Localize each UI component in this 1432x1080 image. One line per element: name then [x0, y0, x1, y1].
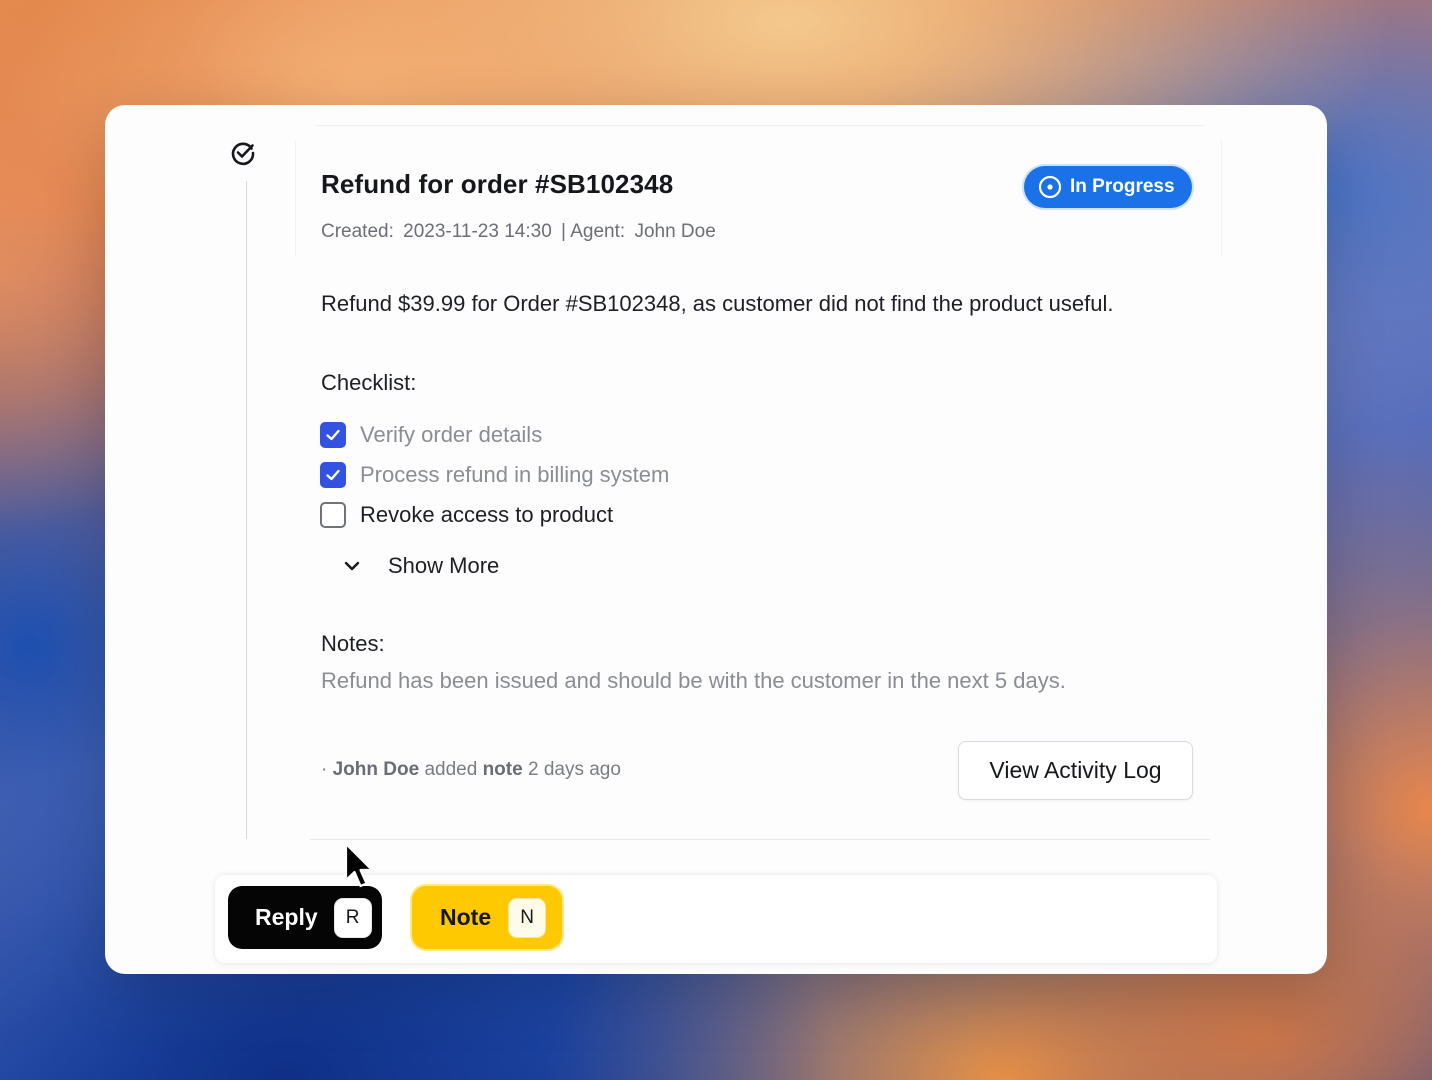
checkbox-checked[interactable]	[320, 462, 346, 488]
in-progress-icon	[1038, 175, 1062, 199]
notes-heading: Notes:	[321, 631, 385, 656]
reply-label: Reply	[255, 904, 318, 930]
status-label: In Progress	[1070, 176, 1175, 197]
view-activity-log-button[interactable]: View Activity Log	[958, 741, 1193, 800]
checklist-item-label: Verify order details	[360, 422, 543, 447]
checklist: Verify order details Process refund in b…	[320, 415, 669, 535]
activity-object: note	[482, 759, 523, 780]
checkbox-checked[interactable]	[320, 422, 346, 448]
status-badge[interactable]: In Progress	[1024, 166, 1192, 208]
checklist-item-label: Process refund in billing system	[360, 462, 670, 487]
check-circle-icon	[229, 139, 257, 167]
ticket-meta: Created: 2023-11-23 14:30 | Agent: John …	[321, 221, 716, 243]
activity-time: 2 days ago	[527, 759, 621, 780]
notes-text: Refund has been issued and should be wit…	[321, 668, 1066, 693]
checkmark-icon	[326, 469, 340, 481]
checklist-heading: Checklist:	[321, 370, 417, 395]
checklist-item[interactable]: Revoke access to product	[320, 495, 669, 535]
activity-verb: added	[424, 759, 478, 780]
checkbox-unchecked[interactable]	[320, 502, 346, 528]
checklist-item[interactable]: Verify order details	[320, 415, 669, 455]
activity-bullet: ·	[321, 759, 328, 780]
activity-actor: John Doe	[332, 759, 420, 780]
created-label: Created:	[321, 221, 394, 242]
created-value: 2023-11-23 14:30	[403, 221, 552, 242]
note-shortcut-key: N	[508, 897, 547, 938]
checkmark-icon	[326, 429, 340, 441]
mouse-pointer-icon	[343, 842, 379, 892]
note-label: Note	[440, 904, 492, 930]
ticket-title: Refund for order #SB102348	[321, 169, 674, 199]
reply-shortcut-key: R	[333, 897, 372, 938]
agent-label: Agent:	[570, 221, 626, 242]
meta-separator: |	[561, 221, 566, 242]
divider	[310, 839, 1210, 840]
divider	[315, 125, 1205, 126]
show-more-label: Show More	[388, 553, 500, 578]
ticket-card: Refund for order #SB102348 Created: 2023…	[105, 105, 1327, 974]
checklist-item[interactable]: Process refund in billing system	[320, 455, 669, 495]
activity-summary: · John Doe added note 2 days ago	[321, 759, 621, 781]
show-more-toggle[interactable]: Show More	[341, 553, 499, 579]
reply-button[interactable]: Reply R	[228, 886, 382, 949]
note-button[interactable]: Note N	[412, 886, 562, 949]
checklist-item-label: Revoke access to product	[360, 502, 614, 527]
chevron-down-icon	[341, 555, 363, 577]
agent-value: John Doe	[634, 221, 716, 242]
timeline-line	[246, 181, 247, 839]
ticket-description: Refund $39.99 for Order #SB102348, as cu…	[321, 291, 1114, 316]
